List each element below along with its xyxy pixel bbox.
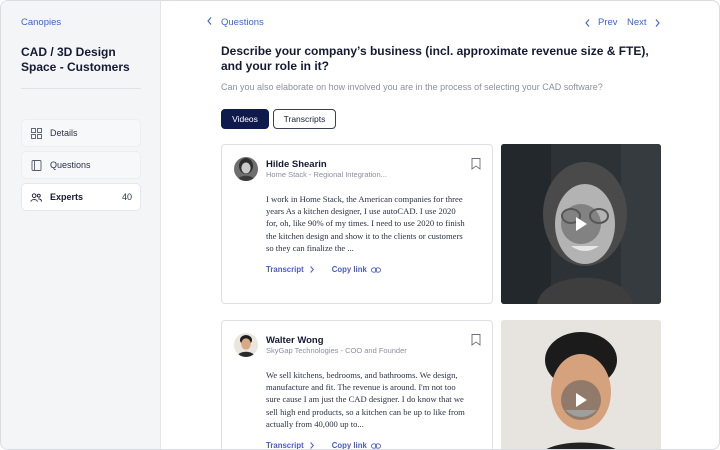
play-button[interactable]: [561, 380, 601, 420]
link-icon: [370, 266, 381, 273]
play-icon: [576, 217, 587, 231]
sidebar-item-label: Questions: [50, 160, 91, 170]
next-button[interactable]: Next: [627, 17, 660, 28]
copy-link-label: Copy link: [331, 441, 367, 450]
expert-name[interactable]: Hilde Shearin: [266, 159, 327, 170]
copy-link-button[interactable]: Copy link: [332, 265, 381, 274]
copy-link-label: Copy link: [331, 265, 367, 274]
transcript-label: Transcript: [266, 265, 304, 274]
answer-card: Hilde Shearin Home Stack - Regional Inte…: [221, 144, 493, 304]
sidebar: Canopies CAD / 3D Design Space - Custome…: [1, 1, 161, 449]
avatar: [234, 157, 258, 181]
card-links: Transcript Copy link: [266, 265, 381, 274]
play-icon: [576, 393, 587, 407]
expert-role: Home Stack - Regional Integration...: [266, 170, 387, 179]
transcript-label: Transcript: [266, 441, 304, 450]
question-title: Describe your company’s business (incl. …: [221, 44, 649, 73]
next-label: Next: [627, 17, 647, 28]
chevron-right-icon: [655, 18, 660, 27]
sidebar-divider: [21, 88, 141, 89]
sidebar-item-label: Experts: [50, 192, 84, 202]
chevron-right-icon: [309, 442, 314, 449]
video-thumbnail[interactable]: [501, 144, 661, 304]
prev-button[interactable]: Prev: [585, 17, 618, 28]
card-links: Transcript Copy link: [266, 441, 381, 450]
chevron-left-icon: [207, 17, 212, 28]
transcript-link[interactable]: Transcript: [266, 441, 314, 450]
prev-label: Prev: [598, 17, 618, 28]
grid-icon: [30, 127, 42, 139]
people-icon: [30, 191, 42, 203]
question-subtitle: Can you also elaborate on how involved y…: [221, 82, 603, 92]
chevron-left-icon: [585, 18, 590, 27]
transcript-link[interactable]: Transcript: [266, 265, 314, 274]
bookmark-icon[interactable]: [471, 333, 481, 346]
sidebar-item-experts[interactable]: Experts 40: [21, 183, 141, 211]
video-thumbnail[interactable]: [501, 320, 661, 449]
tab-transcripts[interactable]: Transcripts: [273, 109, 336, 129]
chevron-right-icon: [309, 266, 314, 273]
avatar: [234, 333, 258, 357]
tab-videos[interactable]: Videos: [221, 109, 269, 129]
page-title: CAD / 3D Design Space - Customers: [21, 45, 130, 74]
answer-quote: We sell kitchens, bedrooms, and bathroom…: [266, 370, 465, 429]
book-icon: [30, 159, 42, 171]
back-label: Questions: [221, 17, 264, 28]
back-to-questions-link[interactable]: Questions: [207, 17, 264, 28]
answer-quote: I work in Home Stack, the American compa…: [266, 194, 465, 253]
sidebar-item-label: Details: [50, 128, 78, 138]
expert-role: SkyGap Technologies - COO and Founder: [266, 346, 407, 355]
app-window: Canopies CAD / 3D Design Space - Custome…: [0, 0, 720, 450]
expert-name[interactable]: Walter Wong: [266, 335, 324, 346]
link-icon: [370, 442, 381, 449]
experts-count: 40: [121, 192, 132, 202]
bookmark-icon[interactable]: [471, 157, 481, 170]
play-button[interactable]: [561, 204, 601, 244]
breadcrumb-canopies[interactable]: Canopies: [21, 17, 61, 28]
sidebar-item-details[interactable]: Details: [21, 119, 141, 147]
answer-card: Walter Wong SkyGap Technologies - COO an…: [221, 320, 493, 450]
sidebar-item-questions[interactable]: Questions: [21, 151, 141, 179]
copy-link-button[interactable]: Copy link: [331, 441, 381, 450]
